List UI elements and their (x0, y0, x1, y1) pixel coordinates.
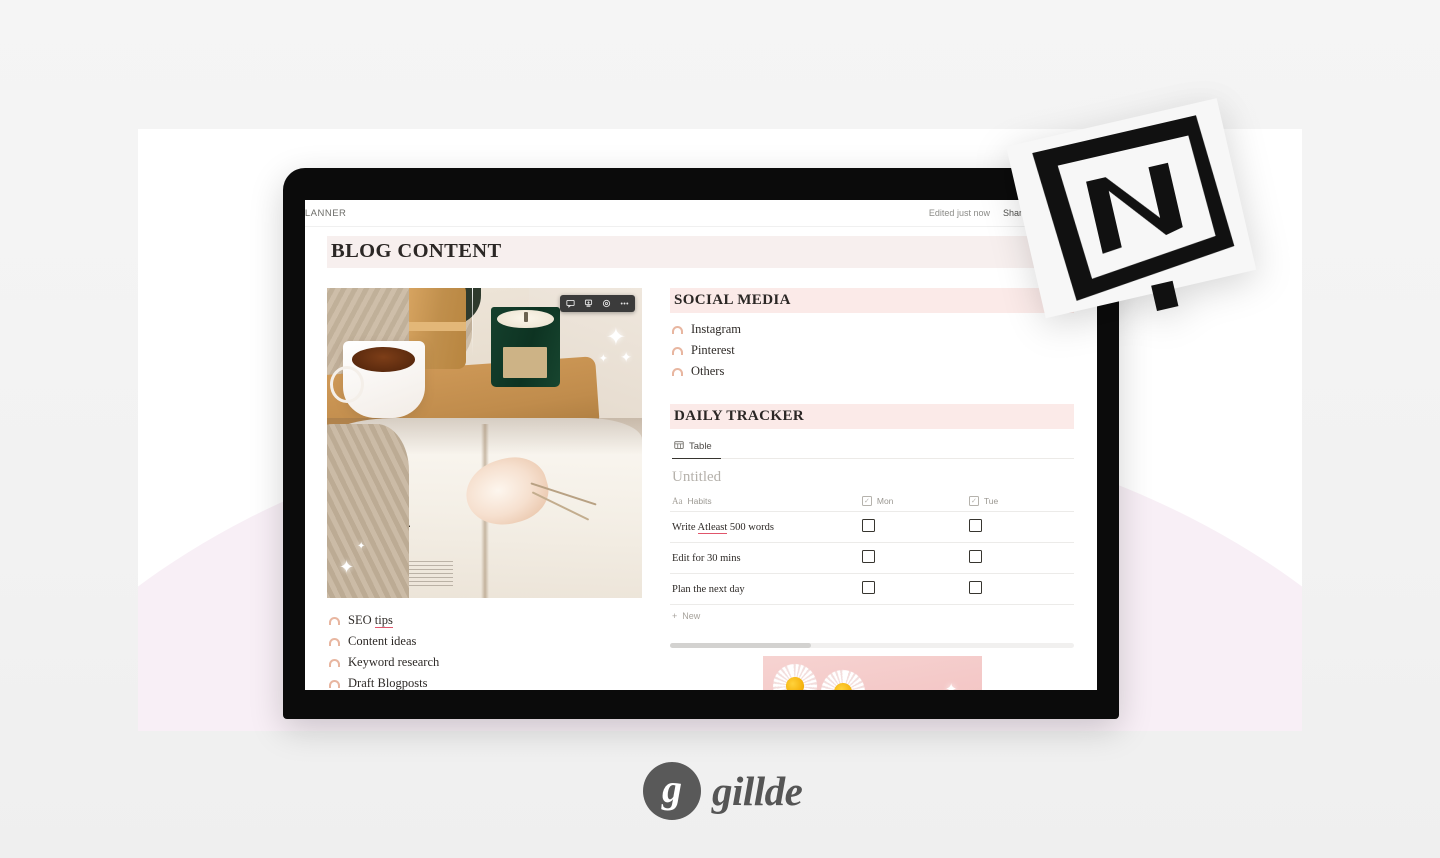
blog-topic-item[interactable]: SEO tips (327, 610, 642, 631)
tab-table[interactable]: Table (672, 438, 721, 459)
notion-page-body: BLOG CONTENT ✦ ✦ ✦ ✦ ✦ SEO tips Content … (305, 227, 1097, 690)
arch-bullet-icon (672, 325, 683, 334)
habit-cell[interactable]: Write Atleast 500 words (670, 511, 860, 543)
social-media-item-label: Instagram (691, 322, 741, 336)
spellcheck-word: tips (374, 613, 393, 628)
blog-topic-item[interactable]: Content ideas (327, 631, 642, 652)
habits-table: Aa Habits ✓ Mon ✓ Tue Write Atleast 500 … (670, 493, 1074, 605)
spellcheck-word: Atleast (697, 521, 728, 534)
mon-checkbox-cell[interactable] (859, 511, 967, 543)
checkbox[interactable] (968, 519, 982, 532)
tab-table-label: Table (689, 441, 712, 452)
social-media-list: Instagram Pinterest Others (670, 319, 1074, 382)
table-row[interactable]: Edit for 30 mins (670, 542, 1074, 574)
table-row[interactable]: Write Atleast 500 words (670, 511, 1074, 543)
tue-checkbox-cell[interactable] (966, 511, 1074, 543)
horizontal-scrollbar[interactable] (670, 643, 1074, 648)
blog-topic-item-label: Keyword research (348, 655, 440, 669)
notion-topbar: G PLANNER Edited just now Share (305, 200, 1097, 227)
checkbox[interactable] (861, 581, 875, 594)
blog-topic-list: SEO tips Content ideas Keyword research Dra… (327, 610, 642, 690)
checkbox[interactable] (861, 519, 875, 532)
blog-topic-item-label: Draft Blogposts (348, 676, 428, 690)
table-grid-icon (674, 440, 684, 453)
screenshot-canvas: G PLANNER Edited just now Share BLOG CON… (0, 0, 1440, 858)
device-screen: G PLANNER Edited just now Share BLOG CON… (305, 200, 1097, 690)
checkbox[interactable] (968, 581, 982, 594)
column-header-mon[interactable]: ✓ Mon (859, 493, 967, 512)
scrollbar-thumb[interactable] (670, 643, 812, 648)
column-header-tue-label: Tue (983, 496, 999, 506)
page-title: BLOG CONTENT (327, 236, 1075, 268)
daisy-photo-block[interactable]: ✦ ✦ (762, 656, 982, 690)
gillde-logo: g gillde (643, 762, 803, 820)
arch-bullet-icon (329, 616, 340, 625)
plus-icon: + (672, 611, 678, 621)
arch-bullet-icon (672, 346, 683, 355)
edited-status: Edited just now (928, 208, 990, 218)
image-hover-toolbar[interactable] (560, 295, 635, 312)
habits-table-body: Write Atleast 500 words Edit for 30 mins P… (670, 511, 1074, 605)
left-column: ümît- vâr. ✦ ✦ ✦ ✦ (327, 288, 642, 690)
arch-bullet-icon (672, 367, 683, 376)
tue-checkbox-cell[interactable] (966, 542, 1074, 574)
column-header-tue[interactable]: ✓ Tue (966, 493, 1074, 512)
right-column: SOCIAL MEDIA Instagram Pinterest Others DA… (670, 288, 1074, 690)
download-icon[interactable] (580, 296, 597, 311)
social-media-item[interactable]: Others (670, 361, 1074, 382)
database-title[interactable]: Untitled (672, 469, 1074, 486)
sparkle-icon: ✦ (944, 681, 958, 690)
tablet-device-frame: G PLANNER Edited just now Share BLOG CON… (283, 168, 1119, 719)
blog-topic-item[interactable]: Draft Blogposts (327, 673, 642, 690)
table-header-row: Aa Habits ✓ Mon ✓ Tue (670, 493, 1074, 512)
comment-icon[interactable] (562, 296, 579, 311)
mon-checkbox-cell[interactable] (859, 542, 967, 574)
text-type-icon: Aa (672, 496, 683, 506)
cozy-photo-image: ümît- vâr. ✦ ✦ ✦ ✦ (327, 288, 642, 598)
sparkle-icon: ✦ (357, 541, 366, 552)
new-row-button[interactable]: + New (670, 605, 1074, 627)
table-row[interactable]: Plan the next day (670, 573, 1074, 605)
checkbox[interactable] (861, 550, 875, 563)
daily-tracker-heading: DAILY TRACKER (670, 404, 1074, 429)
checkbox[interactable] (968, 550, 982, 563)
new-row-label: New (682, 611, 701, 621)
arch-bullet-icon (329, 679, 340, 688)
breadcrumb[interactable]: G PLANNER (305, 208, 346, 219)
blog-topic-item-label: Content ideas (348, 634, 417, 648)
habit-cell[interactable]: Edit for 30 mins (670, 542, 860, 574)
mon-checkbox-cell[interactable] (859, 573, 967, 605)
column-header-mon-label: Mon (876, 496, 894, 506)
two-column-layout: ümît- vâr. ✦ ✦ ✦ ✦ (327, 288, 1075, 690)
social-media-item[interactable]: Instagram (670, 319, 1074, 340)
blog-topic-item[interactable]: Keyword research (327, 652, 642, 673)
column-header-habits[interactable]: Aa Habits (670, 493, 860, 512)
daisy-flower (817, 667, 868, 690)
arch-bullet-icon (329, 658, 340, 667)
sparkle-icon: ✦ (339, 557, 355, 577)
sparkle-icon: ✦ (598, 353, 608, 365)
more-options-icon[interactable] (616, 296, 633, 311)
tue-checkbox-cell[interactable] (966, 573, 1074, 605)
arch-bullet-icon (329, 637, 340, 646)
cozy-photo-block[interactable]: ümît- vâr. ✦ ✦ ✦ ✦ (327, 288, 642, 598)
social-media-item-label: Others (691, 364, 725, 378)
database-view-tabs: Table (672, 438, 1074, 459)
blog-topic-item-label: SEO tips (348, 613, 393, 628)
checkbox-type-icon: ✓ (968, 496, 979, 506)
gillde-logo-mark: g (643, 762, 701, 820)
gillde-logo-wordmark: gillde (712, 768, 803, 814)
column-header-habits-label: Habits (687, 496, 712, 506)
checkbox-type-icon: ✓ (861, 496, 872, 506)
gear-icon[interactable] (598, 296, 615, 311)
social-media-item-label: Pinterest (691, 343, 735, 357)
sparkle-icon: ✦ (605, 324, 626, 351)
habit-cell[interactable]: Plan the next day (670, 573, 860, 605)
social-media-heading: SOCIAL MEDIA (670, 288, 1074, 313)
sparkle-icon: ✦ (620, 349, 632, 365)
daisy-flower (768, 659, 821, 690)
social-media-item[interactable]: Pinterest (670, 340, 1074, 361)
